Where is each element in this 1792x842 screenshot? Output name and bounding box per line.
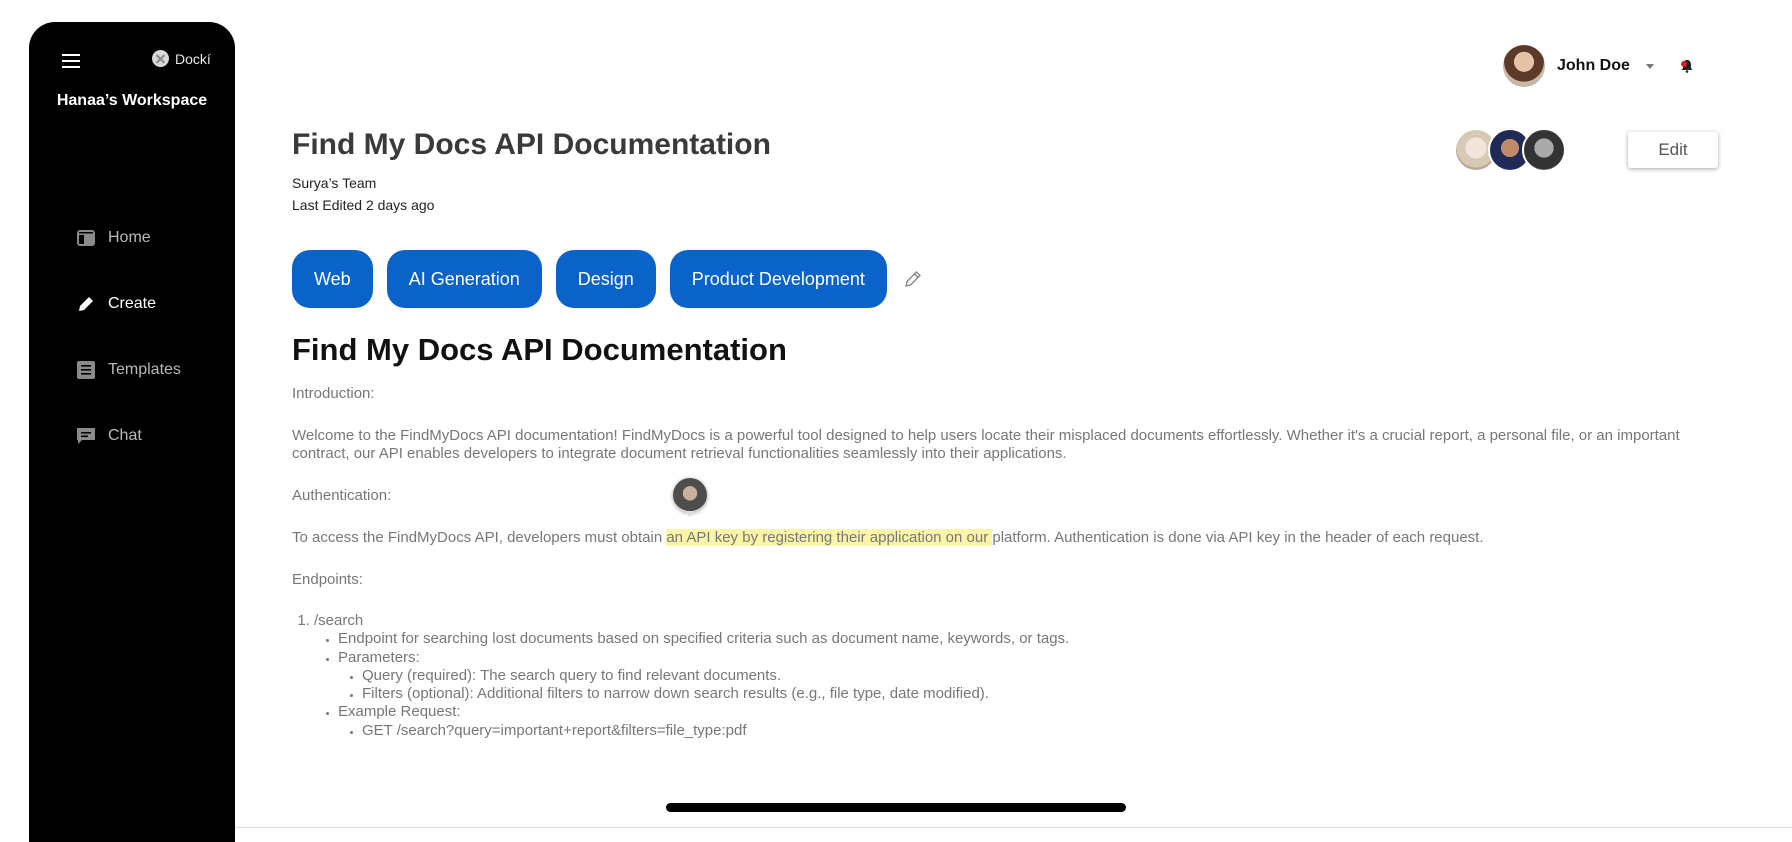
sidebar-item-home[interactable]: Home bbox=[76, 228, 151, 248]
user-menu[interactable]: John Doe bbox=[1503, 45, 1694, 87]
auth-text-start: To access the FindMyDocs API, developers… bbox=[292, 529, 667, 546]
menu-icon[interactable] bbox=[62, 54, 80, 68]
tag-product-development[interactable]: Product Development bbox=[669, 250, 887, 308]
intro-text: Welcome to the FindMyDocs API documentat… bbox=[292, 427, 1680, 462]
list-item: Query (required): The search query to fi… bbox=[362, 667, 1069, 685]
user-name[interactable]: John Doe bbox=[1557, 57, 1630, 75]
sidebar-item-label: Chat bbox=[108, 427, 142, 444]
sidebar-item-templates[interactable]: Templates bbox=[76, 360, 181, 380]
brand-logo-icon bbox=[152, 50, 169, 67]
sidebar: Dockí Hanaa’s Workspace Home Create Temp… bbox=[29, 22, 235, 842]
intro-label: Introduction: bbox=[292, 385, 375, 402]
sidebar-item-label: Home bbox=[108, 229, 151, 246]
avatar[interactable] bbox=[1503, 45, 1545, 87]
list-item: Example Request: GET /search?query=impor… bbox=[338, 703, 1069, 740]
list-item: /search Endpoint for searching lost docu… bbox=[314, 612, 1069, 740]
sidebar-item-create[interactable]: Create bbox=[76, 294, 156, 314]
page-title: Find My Docs API Documentation bbox=[292, 128, 771, 161]
sidebar-item-label: Create bbox=[108, 295, 157, 312]
team-name: Surya’s Team bbox=[292, 175, 377, 191]
document-heading: Find My Docs API Documentation bbox=[292, 332, 787, 367]
endpoint-list: /search Endpoint for searching lost docu… bbox=[292, 612, 1069, 740]
dashboard-icon bbox=[77, 230, 95, 246]
sidebar-item-chat[interactable]: Chat bbox=[76, 426, 142, 446]
collaborator-avatars[interactable] bbox=[1454, 128, 1566, 172]
chevron-down-icon[interactable] bbox=[1645, 63, 1654, 69]
auth-label: Authentication: bbox=[292, 487, 392, 504]
edit-tags-pencil-icon[interactable] bbox=[903, 269, 923, 289]
pencil-icon bbox=[79, 297, 93, 311]
example-label: Example Request: bbox=[338, 703, 461, 721]
endpoint-path: /search bbox=[314, 612, 364, 629]
chat-icon bbox=[77, 428, 95, 444]
highlighted-text[interactable]: an API key by registering their applicat… bbox=[666, 529, 993, 546]
list-icon bbox=[77, 361, 95, 379]
parameters-label: Parameters: bbox=[338, 648, 420, 666]
tag-list: Web AI Generation Design Product Develop… bbox=[292, 250, 923, 308]
tag-ai-generation[interactable]: AI Generation bbox=[386, 250, 542, 308]
auth-text-end: platform. Authentication is done via API… bbox=[992, 529, 1484, 546]
edit-button[interactable]: Edit bbox=[1628, 132, 1718, 168]
last-edited: Last Edited 2 days ago bbox=[292, 197, 435, 213]
list-item: Endpoint for searching lost documents ba… bbox=[338, 630, 1069, 648]
brand[interactable]: Dockí bbox=[152, 50, 211, 67]
notification-bell-icon[interactable] bbox=[1680, 59, 1694, 73]
list-item: Parameters: Query (required): The search… bbox=[338, 649, 1069, 704]
comment-avatar[interactable] bbox=[673, 478, 707, 517]
avatar[interactable] bbox=[1522, 128, 1566, 172]
tag-web[interactable]: Web bbox=[292, 250, 373, 308]
tag-design[interactable]: Design bbox=[555, 250, 656, 308]
list-item: GET /search?query=important+report&filte… bbox=[362, 722, 1069, 740]
auth-text: To access the FindMyDocs API, developers… bbox=[292, 529, 1484, 547]
workspace-name: Hanaa’s Workspace bbox=[56, 92, 208, 109]
endpoints-label: Endpoints: bbox=[292, 571, 363, 588]
home-indicator bbox=[666, 803, 1126, 812]
sidebar-item-label: Templates bbox=[108, 361, 181, 378]
list-item: Filters (optional): Additional filters t… bbox=[362, 685, 1069, 703]
brand-name: Dockí bbox=[175, 50, 211, 67]
